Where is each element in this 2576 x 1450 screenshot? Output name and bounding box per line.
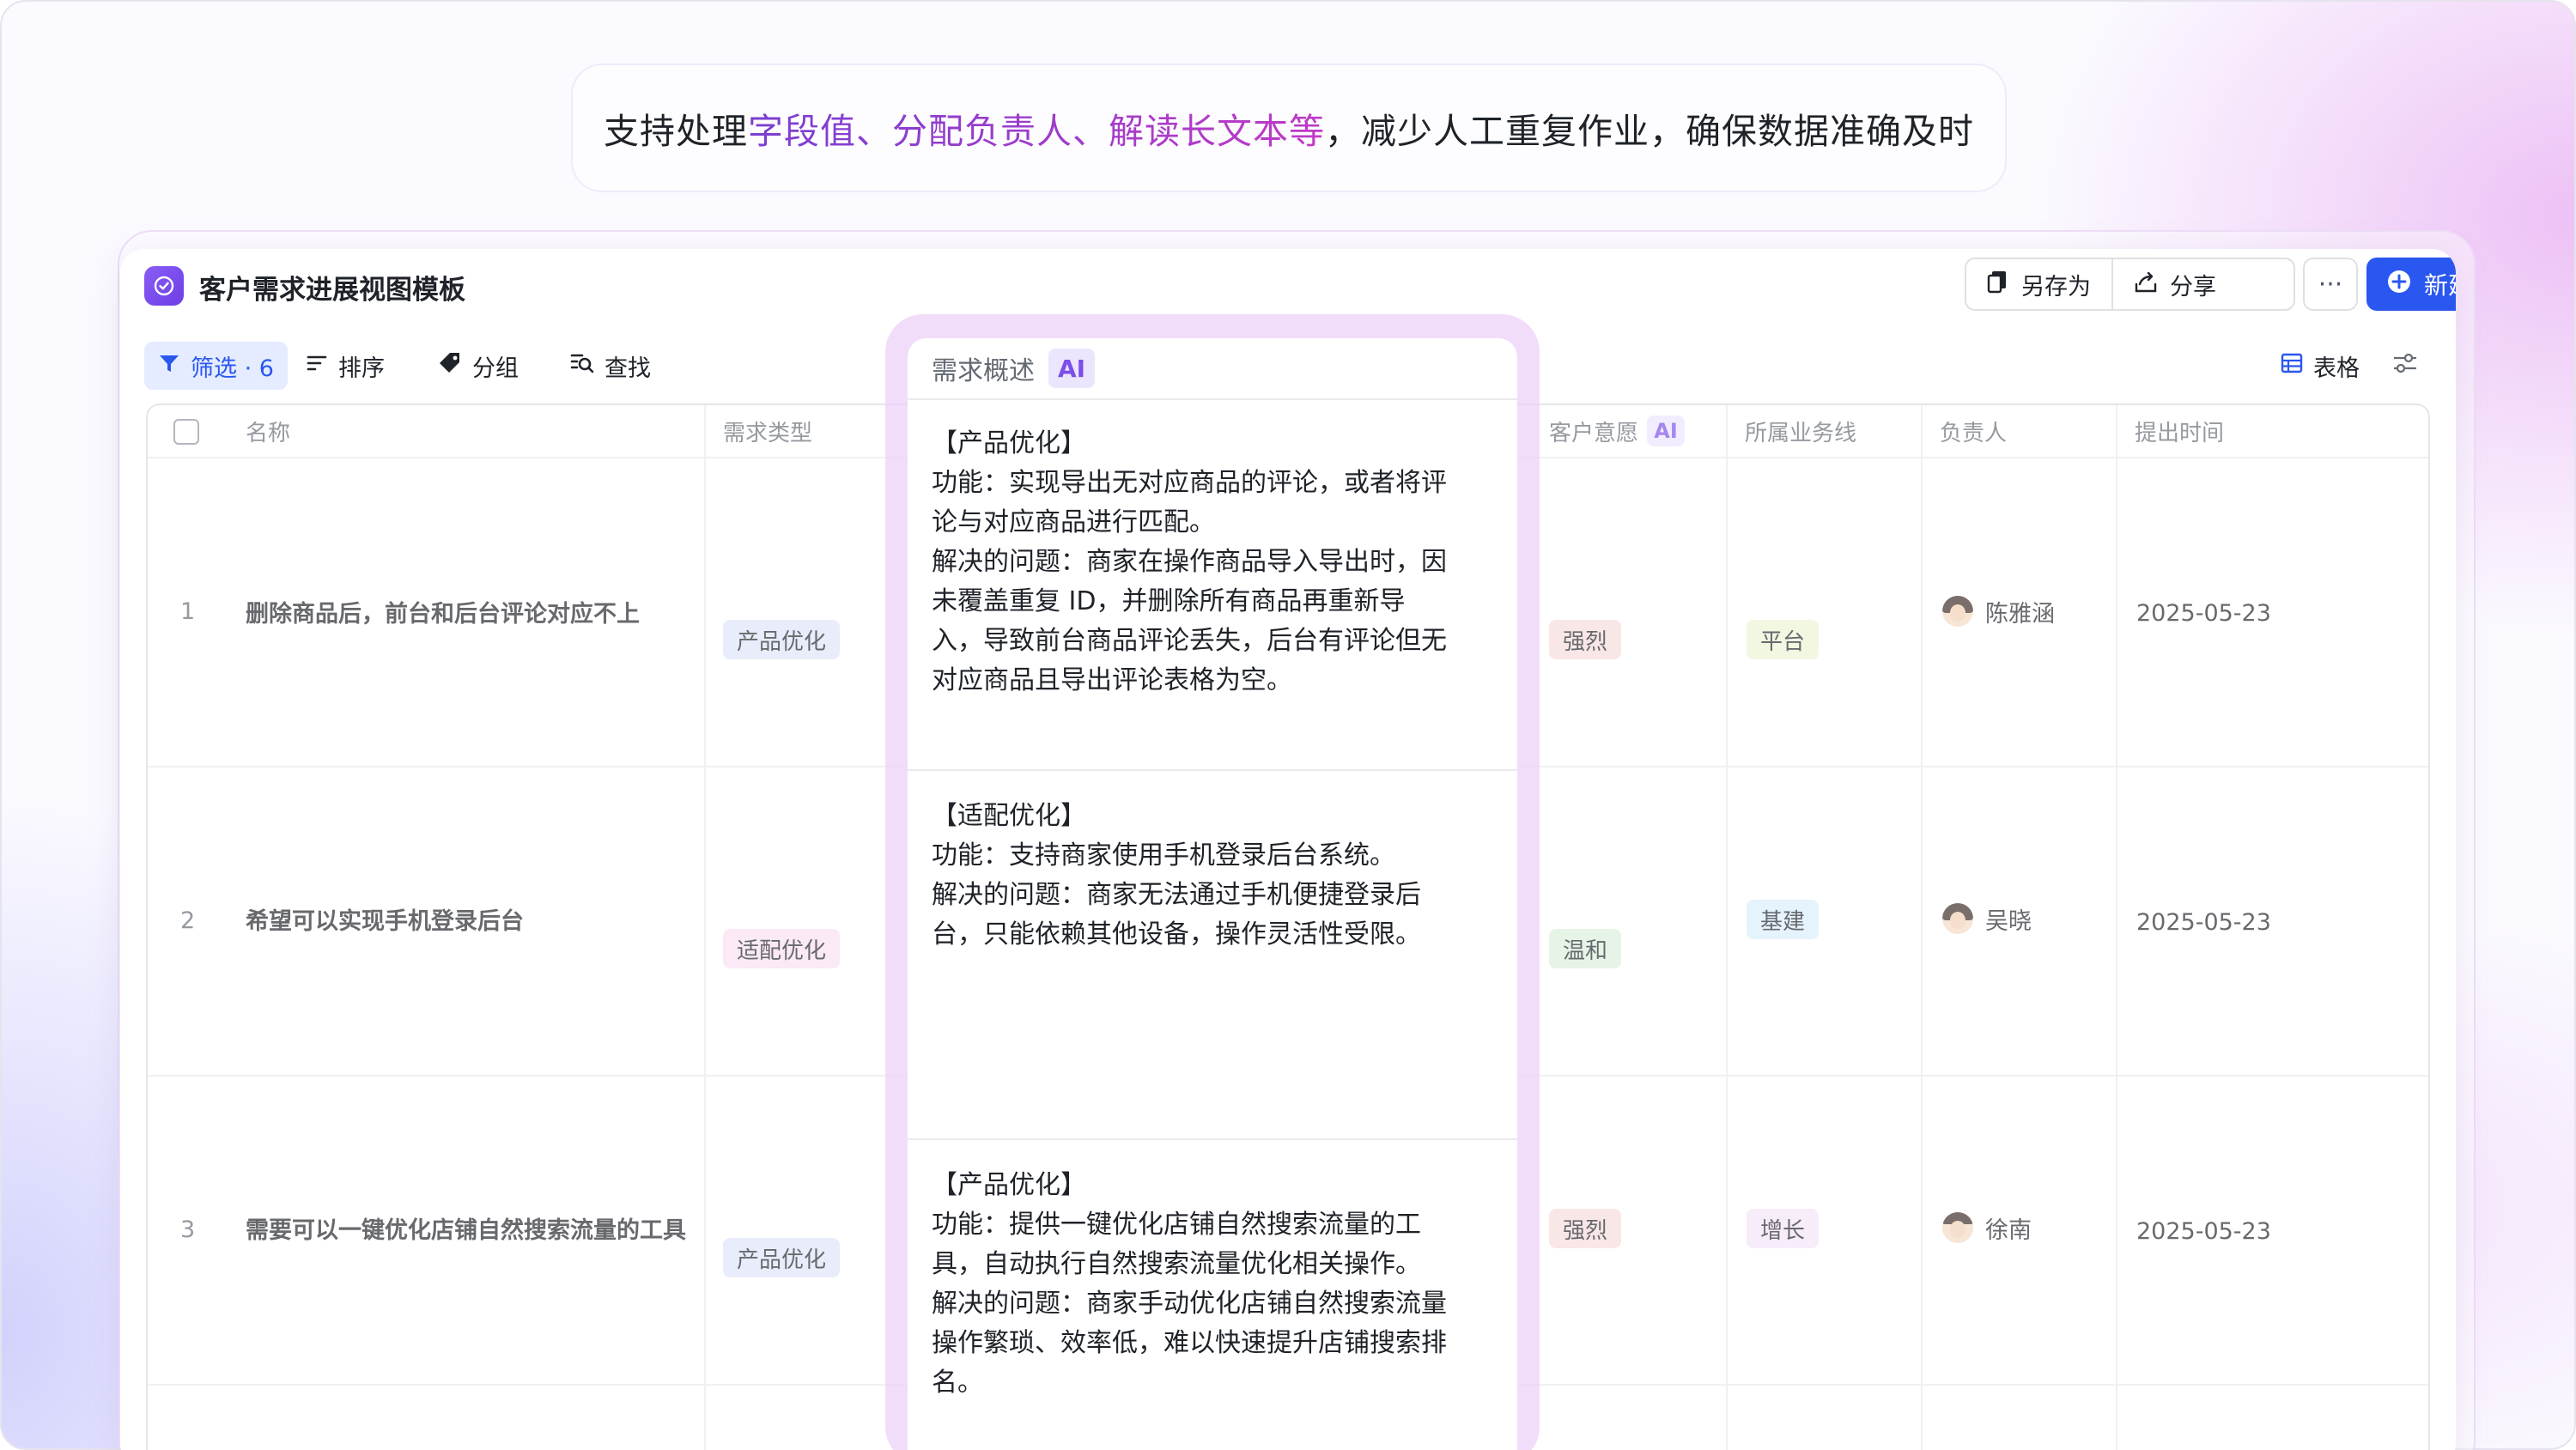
search-icon bbox=[570, 352, 594, 380]
row-divider bbox=[908, 1138, 1517, 1140]
save-as-label: 另存为 bbox=[2021, 273, 2091, 300]
ai-badge: AI bbox=[1048, 349, 1095, 388]
headline-banner: 支持处理 字段值、分配负责人、解读长文本等 ，减少人工重复作业，确保数据准确及时 bbox=[571, 64, 2007, 192]
owner-cell[interactable]: 徐南 bbox=[1942, 1209, 2032, 1247]
headline-highlight: 字段值、分配负责人、解读长文本等 bbox=[748, 102, 1325, 154]
column-header-owner[interactable]: 负责人 bbox=[1940, 405, 2007, 457]
type-tag: 产品优化 bbox=[723, 620, 841, 659]
view-settings-button[interactable] bbox=[2379, 342, 2432, 390]
ai-badge: AI bbox=[1647, 416, 1686, 446]
intent-tag: 强烈 bbox=[1549, 1209, 1622, 1248]
summary-column-highlight: 需求概述 AI 【产品优化】 功能：实现导出无对应商品的评论，或者将评 论与对应… bbox=[908, 338, 1517, 1450]
date-cell: 2025-05-23 bbox=[2136, 908, 2271, 936]
column-header-summary[interactable]: 需求概述 AI bbox=[908, 338, 1517, 400]
column-header-summary-label: 需求概述 bbox=[932, 356, 1035, 386]
table-row-name[interactable]: 希望可以实现手机登录后台 bbox=[246, 900, 524, 937]
avatar bbox=[1942, 1212, 1973, 1243]
column-divider bbox=[704, 405, 706, 1450]
action-button-group: 另存为 分享 bbox=[1965, 258, 2295, 311]
share-button[interactable]: 分享 bbox=[2113, 259, 2237, 309]
date-cell: 2025-05-23 bbox=[2136, 1217, 2271, 1245]
owner-cell[interactable]: 陈雅涵 bbox=[1942, 592, 2055, 630]
row-number: 3 bbox=[180, 1216, 196, 1243]
new-label: 新建 bbox=[2423, 271, 2456, 300]
avatar bbox=[1942, 596, 1973, 627]
filter-label: 筛选 · 6 bbox=[191, 355, 274, 382]
owner-name: 陈雅涵 bbox=[1985, 600, 2055, 628]
find-label: 查找 bbox=[605, 355, 651, 382]
intent-tag: 温和 bbox=[1549, 929, 1622, 968]
column-header-name[interactable]: 名称 bbox=[246, 405, 290, 457]
owner-name: 徐南 bbox=[1985, 1216, 2032, 1244]
column-header-intent-label: 客户意愿 bbox=[1549, 420, 1639, 446]
column-header-type[interactable]: 需求类型 bbox=[723, 405, 812, 457]
more-options-button[interactable]: ··· bbox=[2303, 258, 2358, 311]
summary-cell[interactable]: 【产品优化】 功能：实现导出无对应商品的评论，或者将评 论与对应商品进行匹配。 … bbox=[908, 424, 1517, 701]
group-label: 分组 bbox=[472, 355, 519, 382]
business-tag: 增长 bbox=[1747, 1209, 1820, 1248]
group-button[interactable]: 分组 bbox=[424, 342, 532, 390]
new-record-button[interactable]: 新建 bbox=[2366, 258, 2456, 311]
copy-icon bbox=[1987, 270, 2009, 300]
save-as-button[interactable]: 另存为 bbox=[1966, 259, 2111, 309]
avatar bbox=[1942, 903, 1973, 934]
more-icon: ··· bbox=[2318, 269, 2343, 300]
app-icon bbox=[144, 266, 184, 306]
sort-icon bbox=[306, 352, 328, 380]
summary-cell[interactable]: 【适配优化】 功能：支持商家使用手机登录后台系统。 解决的问题：商家无法通过手机… bbox=[908, 797, 1517, 955]
business-tag: 基建 bbox=[1747, 900, 1820, 939]
table-row-name[interactable]: 需要可以一键优化店铺自然搜索流量的工具 bbox=[246, 1209, 686, 1247]
date-cell: 2025-05-23 bbox=[2136, 599, 2271, 627]
business-tag: 平台 bbox=[1747, 620, 1820, 659]
table-icon bbox=[2281, 353, 2303, 379]
view-label: 表格 bbox=[2313, 355, 2360, 382]
sliders-icon bbox=[2392, 351, 2418, 381]
table-row-name[interactable]: 删除商品后，前台和后台评论对应不上 bbox=[246, 592, 640, 630]
column-divider bbox=[1726, 405, 1728, 1450]
column-header-intent[interactable]: 客户意愿 AI bbox=[1549, 405, 1686, 457]
share-label: 分享 bbox=[2170, 273, 2216, 300]
filter-icon bbox=[158, 352, 180, 380]
owner-name: 吴晓 bbox=[1985, 907, 2032, 935]
plus-circle-icon bbox=[2386, 269, 2412, 300]
column-divider bbox=[1921, 405, 1923, 1450]
column-header-business[interactable]: 所属业务线 bbox=[1745, 405, 1856, 457]
share-icon bbox=[2134, 270, 2158, 300]
view-switch-button[interactable]: 表格 bbox=[2267, 342, 2373, 390]
filter-button[interactable]: 筛选 · 6 bbox=[144, 342, 288, 390]
owner-cell[interactable]: 吴晓 bbox=[1942, 900, 2032, 937]
headline-text-1: 支持处理 bbox=[604, 111, 748, 152]
summary-cell[interactable]: 【产品优化】 功能：提供一键优化店铺自然搜索流量的工 具，自动执行自然搜索流量优… bbox=[908, 1166, 1517, 1403]
page-title: 客户需求进展视图模板 bbox=[199, 275, 465, 306]
tag-icon bbox=[438, 351, 462, 381]
column-divider bbox=[2116, 405, 2117, 1450]
row-number: 1 bbox=[180, 598, 196, 625]
row-divider bbox=[908, 769, 1517, 771]
select-all-checkbox[interactable] bbox=[173, 419, 199, 445]
sort-label: 排序 bbox=[338, 355, 385, 382]
find-button[interactable]: 查找 bbox=[556, 342, 665, 390]
intent-tag: 强烈 bbox=[1549, 620, 1622, 659]
column-header-date[interactable]: 提出时间 bbox=[2135, 405, 2224, 457]
row-number: 2 bbox=[180, 907, 196, 934]
headline-text-2: ，减少人工重复作业，确保数据准确及时 bbox=[1325, 111, 1974, 152]
sort-button[interactable]: 排序 bbox=[292, 342, 398, 390]
type-tag: 产品优化 bbox=[723, 1238, 841, 1277]
type-tag: 适配优化 bbox=[723, 929, 841, 968]
